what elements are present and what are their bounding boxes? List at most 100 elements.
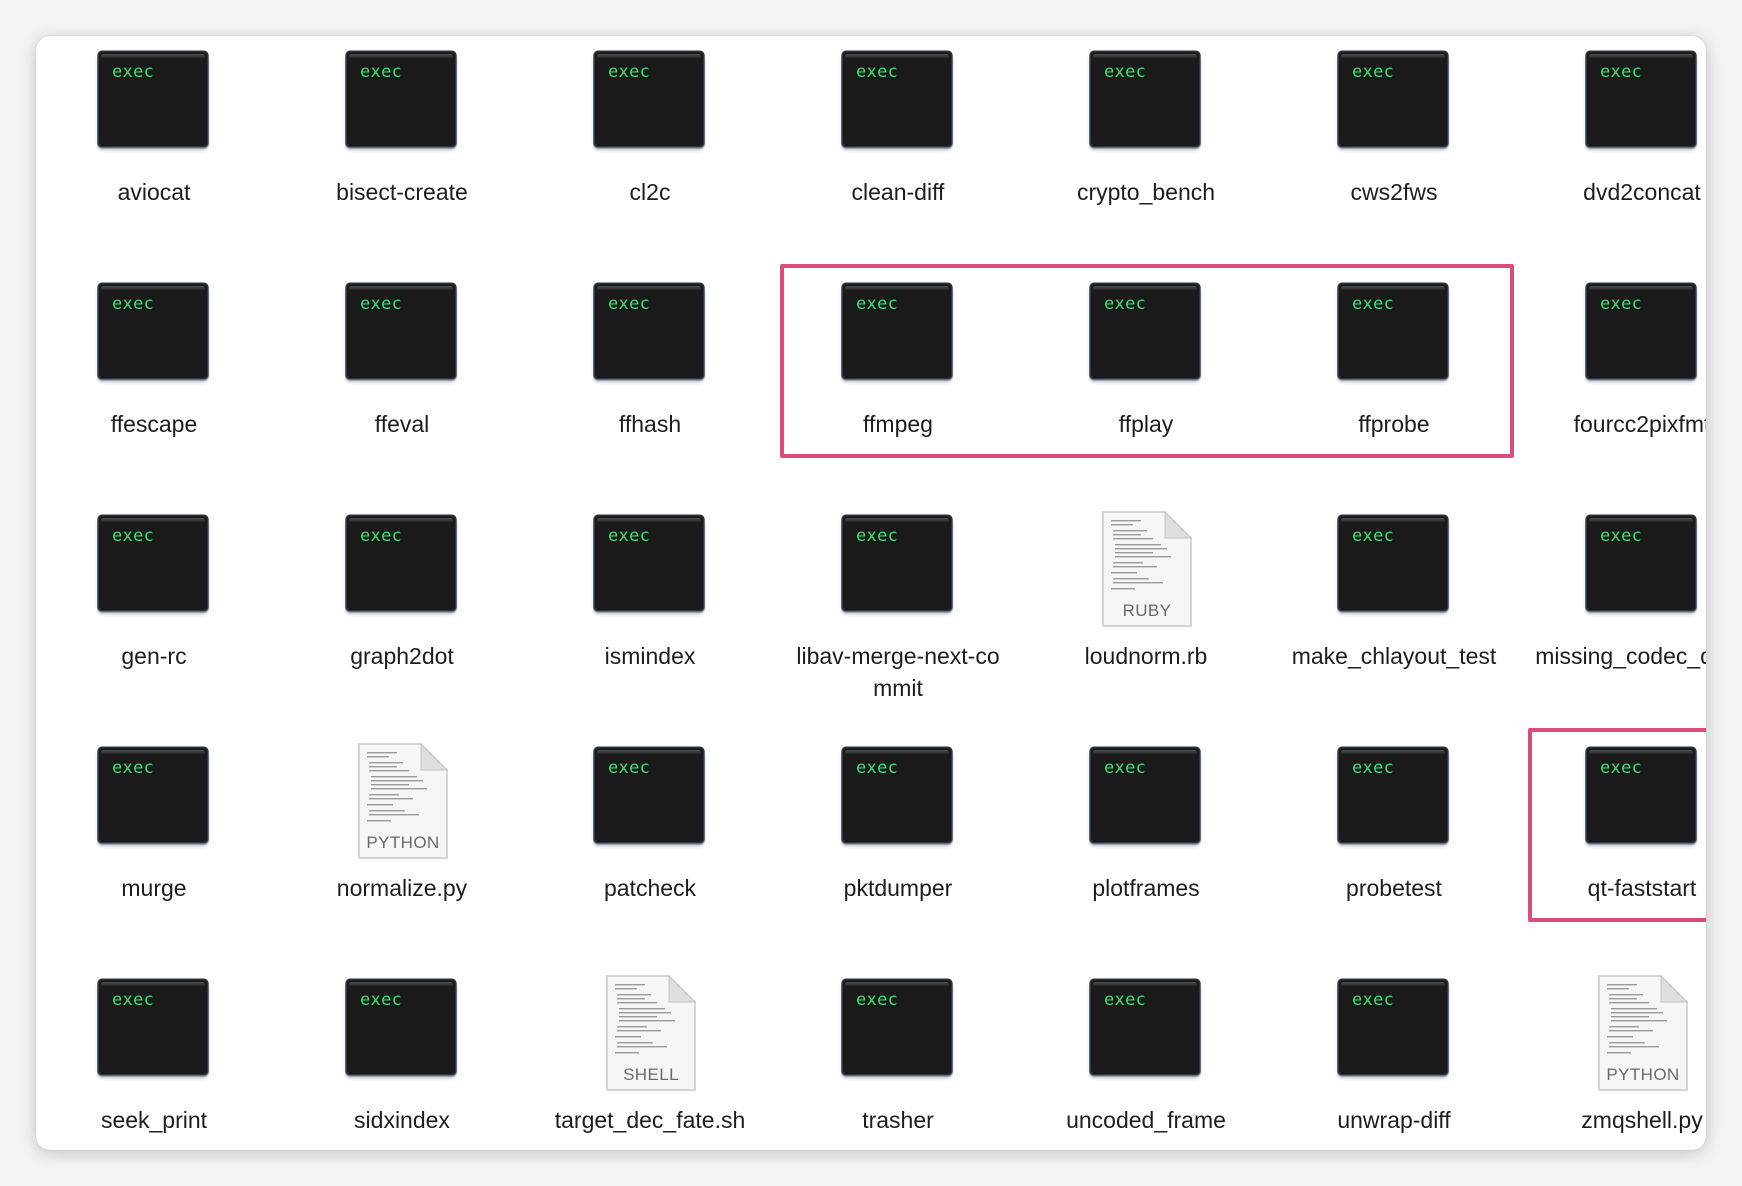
file-item-sidxindex[interactable]: exec sidxindex (292, 968, 512, 1150)
file-item-cl2c[interactable]: exec cl2c (540, 40, 760, 272)
file-icon-container[interactable]: exec (1036, 46, 1256, 166)
unix-executable-icon[interactable]: exec (595, 52, 703, 146)
file-name-label[interactable]: ffmpeg (788, 408, 1008, 440)
file-name-label[interactable]: murge (44, 872, 264, 904)
file-name-label[interactable]: patcheck (540, 872, 760, 904)
file-item-cws2fws[interactable]: exec cws2fws (1284, 40, 1504, 272)
unix-executable-icon[interactable]: exec (1091, 980, 1199, 1074)
file-icon-container[interactable]: exec (1284, 46, 1504, 166)
unix-executable-icon[interactable]: exec (99, 52, 207, 146)
file-name-label[interactable]: ffescape (44, 408, 264, 440)
file-name-label[interactable]: missing_codec_desc (1532, 640, 1706, 672)
file-icon-container[interactable]: exec (292, 510, 512, 630)
file-name-label[interactable]: crypto_bench (1036, 176, 1256, 208)
file-icon-container[interactable]: PYTHON (1532, 974, 1706, 1094)
unix-executable-icon[interactable]: exec (1587, 516, 1695, 610)
file-item-probetest[interactable]: exec probetest (1284, 736, 1504, 968)
file-icon-container[interactable]: exec (788, 742, 1008, 862)
file-item-clean-diff[interactable]: exec clean-diff (788, 40, 1008, 272)
file-item-missing-codec-desc[interactable]: exec missing_codec_desc (1532, 504, 1706, 736)
file-icon-container[interactable]: exec (1036, 278, 1256, 398)
file-name-label[interactable]: loudnorm.rb (1036, 640, 1256, 672)
file-name-label[interactable]: trasher (788, 1104, 1008, 1136)
file-icon-container[interactable]: exec (1284, 510, 1504, 630)
file-item-ffescape[interactable]: exec ffescape (44, 272, 264, 504)
unix-executable-icon[interactable]: exec (595, 516, 703, 610)
file-item-aviocat[interactable]: exec aviocat (44, 40, 264, 272)
unix-executable-icon[interactable]: exec (1339, 52, 1447, 146)
unix-executable-icon[interactable]: exec (843, 52, 951, 146)
unix-executable-icon[interactable]: exec (1091, 284, 1199, 378)
file-name-label[interactable]: clean-diff (788, 176, 1008, 208)
file-icon-container[interactable]: exec (44, 974, 264, 1094)
unix-executable-icon[interactable]: exec (347, 516, 455, 610)
unix-executable-icon[interactable]: exec (1091, 52, 1199, 146)
file-icon-container[interactable]: exec (292, 46, 512, 166)
file-item-murge[interactable]: exec murge (44, 736, 264, 968)
file-icon-container[interactable]: exec (44, 278, 264, 398)
unix-executable-icon[interactable]: exec (1339, 516, 1447, 610)
file-name-label[interactable]: fourcc2pixfmt (1532, 408, 1706, 440)
unix-executable-icon[interactable]: exec (99, 516, 207, 610)
file-name-label[interactable]: make_chlayout_test (1284, 640, 1504, 672)
file-name-label[interactable]: gen-rc (44, 640, 264, 672)
file-icon-container[interactable]: exec (540, 46, 760, 166)
file-name-label[interactable]: aviocat (44, 176, 264, 208)
file-item-seek-print[interactable]: exec seek_print (44, 968, 264, 1150)
file-name-label[interactable]: cws2fws (1284, 176, 1504, 208)
script-document-icon[interactable]: RUBY (1101, 510, 1193, 628)
file-icon-container[interactable]: exec (1532, 46, 1706, 166)
file-icon-container[interactable]: exec (1036, 974, 1256, 1094)
file-item-ismindex[interactable]: exec ismindex (540, 504, 760, 736)
file-icon-container[interactable]: exec (1284, 278, 1504, 398)
file-icon-container[interactable]: exec (540, 742, 760, 862)
file-name-label[interactable]: plotframes (1036, 872, 1256, 904)
file-item-make-chlayout-test[interactable]: exec make_chlayout_test (1284, 504, 1504, 736)
unix-executable-icon[interactable]: exec (347, 52, 455, 146)
file-item-loudnorm-rb[interactable]: RUBY loudnorm.rb (1036, 504, 1256, 736)
file-name-label[interactable]: ffeval (292, 408, 512, 440)
file-item-patcheck[interactable]: exec patcheck (540, 736, 760, 968)
file-item-ffprobe[interactable]: exec ffprobe (1284, 272, 1504, 504)
file-item-uncoded-frame[interactable]: exec uncoded_frame (1036, 968, 1256, 1150)
unix-executable-icon[interactable]: exec (1587, 748, 1695, 842)
file-name-label[interactable]: graph2dot (292, 640, 512, 672)
file-icon-container[interactable]: exec (788, 974, 1008, 1094)
file-icon-container[interactable]: exec (1532, 510, 1706, 630)
file-icon-container[interactable]: exec (540, 510, 760, 630)
file-icon-container[interactable]: exec (44, 510, 264, 630)
file-name-label[interactable]: sidxindex (292, 1104, 512, 1136)
unix-executable-icon[interactable]: exec (843, 284, 951, 378)
unix-executable-icon[interactable]: exec (347, 980, 455, 1074)
unix-executable-icon[interactable]: exec (1587, 284, 1695, 378)
file-item-ffhash[interactable]: exec ffhash (540, 272, 760, 504)
file-name-label[interactable]: normalize.py (292, 872, 512, 904)
unix-executable-icon[interactable]: exec (843, 748, 951, 842)
file-icon-container[interactable]: exec (1284, 974, 1504, 1094)
file-item-pktdumper[interactable]: exec pktdumper (788, 736, 1008, 968)
unix-executable-icon[interactable]: exec (1339, 284, 1447, 378)
file-item-target-dec-fate-sh[interactable]: SHELL target_dec_fate.sh (540, 968, 760, 1150)
unix-executable-icon[interactable]: exec (1339, 980, 1447, 1074)
file-icon-container[interactable]: exec (788, 278, 1008, 398)
file-icon-container[interactable]: exec (1284, 742, 1504, 862)
file-name-label[interactable]: ffprobe (1284, 408, 1504, 440)
unix-executable-icon[interactable]: exec (1339, 748, 1447, 842)
file-icon-container[interactable]: exec (788, 510, 1008, 630)
file-item-ffplay[interactable]: exec ffplay (1036, 272, 1256, 504)
file-icon-container[interactable]: RUBY (1036, 510, 1256, 630)
unix-executable-icon[interactable]: exec (99, 980, 207, 1074)
file-name-label[interactable]: bisect-create (292, 176, 512, 208)
file-name-label[interactable]: pktdumper (788, 872, 1008, 904)
unix-executable-icon[interactable]: exec (347, 284, 455, 378)
unix-executable-icon[interactable]: exec (843, 980, 951, 1074)
file-item-bisect-create[interactable]: exec bisect-create (292, 40, 512, 272)
unix-executable-icon[interactable]: exec (843, 516, 951, 610)
file-name-label[interactable]: zmqshell.py (1532, 1104, 1706, 1136)
file-name-label[interactable]: unwrap-diff (1284, 1104, 1504, 1136)
file-icon-container[interactable]: exec (292, 278, 512, 398)
unix-executable-icon[interactable]: exec (1587, 52, 1695, 146)
file-icon-container[interactable]: exec (44, 742, 264, 862)
file-icon-container[interactable]: exec (292, 974, 512, 1094)
file-name-label[interactable]: qt-faststart (1532, 872, 1706, 904)
